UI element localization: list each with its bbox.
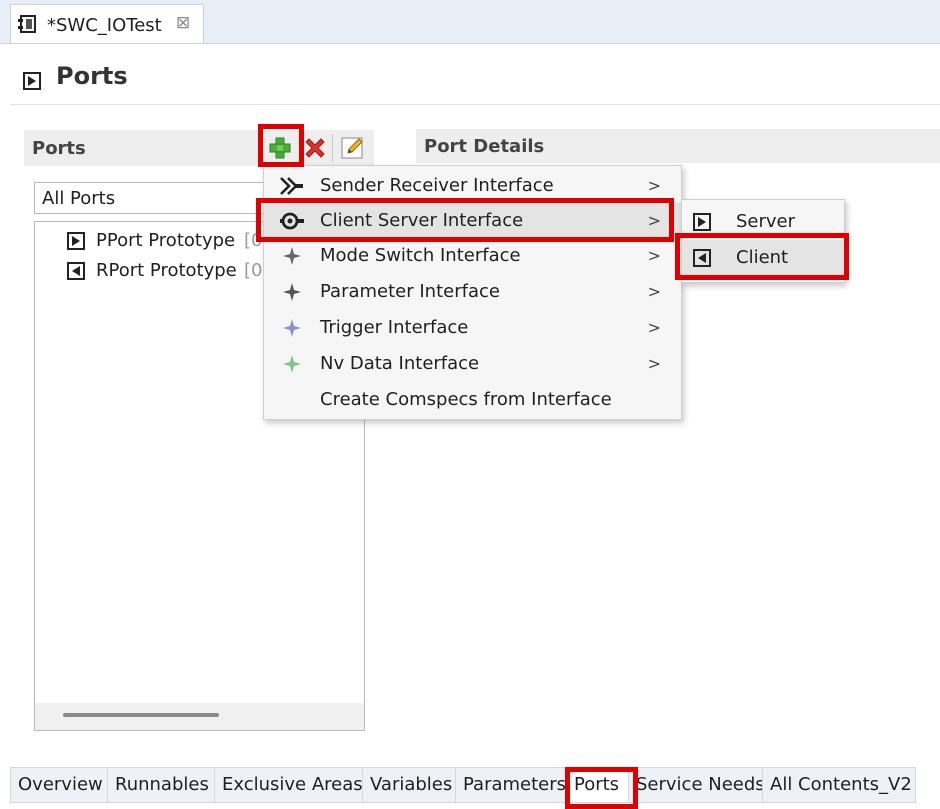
menu-item-label: Mode Switch Interface (320, 245, 521, 266)
menu-item-sender-receiver[interactable]: Sender Receiver Interface > (264, 168, 681, 204)
menu-item-client-server[interactable]: Client Server Interface > (264, 203, 681, 239)
tab-ports[interactable]: Ports (567, 768, 629, 802)
rport-icon (693, 249, 711, 267)
rport-icon (67, 262, 85, 280)
submenu-item-label: Server (736, 211, 796, 232)
submenu-arrow-icon: > (647, 282, 661, 301)
tab-all-contents[interactable]: All Contents_V2 (763, 768, 915, 802)
ports-section-icon (23, 72, 41, 90)
ports-panel-title: Ports (32, 138, 86, 159)
parameter-icon (283, 283, 301, 301)
submenu-item-client[interactable]: Client (682, 240, 844, 276)
editor-page-tabs: Overview Runnables Exclusive Areas Varia… (10, 767, 916, 803)
menu-item-mode-switch[interactable]: Mode Switch Interface > (264, 238, 681, 274)
menu-item-label: Sender Receiver Interface (320, 175, 554, 196)
client-server-submenu: Server Client (681, 199, 845, 283)
client-server-icon (280, 212, 304, 230)
close-icon[interactable]: ⊠ (176, 13, 190, 33)
submenu-arrow-icon: > (647, 318, 661, 337)
menu-item-create-comspecs[interactable]: Create Comspecs from Interface (264, 382, 681, 418)
mode-switch-icon (283, 247, 301, 265)
menu-item-parameter[interactable]: Parameter Interface > (264, 274, 681, 310)
submenu-arrow-icon: > (647, 246, 661, 265)
page-title: Ports (56, 62, 128, 90)
details-panel-title: Port Details (424, 136, 545, 157)
horizontal-scrollbar-thumb[interactable] (63, 713, 219, 717)
add-port-menu: Sender Receiver Interface > Client Serve… (263, 165, 682, 420)
tree-item-count: [0 (244, 230, 263, 251)
menu-item-label: Nv Data Interface (320, 353, 480, 374)
nv-data-icon (283, 355, 301, 373)
toolbar-separator (332, 134, 333, 162)
menu-item-trigger[interactable]: Trigger Interface > (264, 310, 681, 346)
edit-icon[interactable] (340, 134, 366, 160)
submenu-arrow-icon: > (647, 176, 661, 195)
sender-receiver-icon (280, 177, 303, 195)
tab-variables[interactable]: Variables (363, 768, 456, 802)
tab-service-needs[interactable]: Service Needs (629, 768, 763, 802)
trigger-icon (283, 319, 301, 337)
menu-item-label: Parameter Interface (320, 281, 500, 302)
menu-item-label: Trigger Interface (320, 317, 469, 338)
tab-exclusive-areas[interactable]: Exclusive Areas (215, 768, 363, 802)
component-icon (18, 15, 36, 33)
tree-item-count: [0 (244, 260, 263, 281)
tree-item-label: RPort Prototype (96, 260, 237, 281)
editor-tab[interactable]: *SWC_IOTest ⊠ (10, 4, 204, 43)
editor-tab-label: *SWC_IOTest (47, 15, 162, 36)
header-divider (10, 104, 940, 105)
menu-item-label: Client Server Interface (320, 210, 524, 231)
ports-filter-combo[interactable]: All Ports (34, 182, 284, 214)
menu-item-label: Create Comspecs from Interface (320, 389, 612, 410)
submenu-arrow-icon: > (647, 354, 661, 373)
menu-item-nv-data[interactable]: Nv Data Interface > (264, 346, 681, 382)
pport-icon (693, 213, 711, 231)
add-icon[interactable] (267, 135, 293, 161)
submenu-arrow-icon: > (647, 211, 661, 230)
tree-item-label: PPort Prototype (96, 230, 236, 251)
delete-icon[interactable] (302, 135, 328, 161)
ports-filter-value: All Ports (42, 188, 116, 209)
tab-parameters[interactable]: Parameters (456, 768, 567, 802)
tab-overview[interactable]: Overview (11, 768, 108, 802)
submenu-item-label: Client (736, 247, 789, 268)
submenu-item-server[interactable]: Server (682, 204, 844, 240)
pport-icon (67, 232, 85, 250)
tab-runnables[interactable]: Runnables (108, 768, 215, 802)
